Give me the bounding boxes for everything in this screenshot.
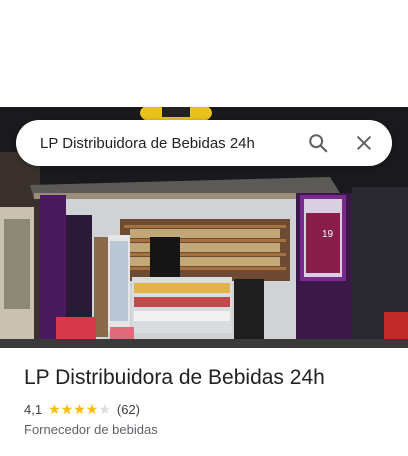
- search-bar[interactable]: LP Distribuidora de Bebidas 24h: [16, 120, 392, 166]
- place-title: LP Distribuidora de Bebidas 24h: [24, 366, 325, 389]
- svg-text:19: 19: [322, 229, 334, 240]
- place-category: Fornecedor de bebidas: [24, 422, 158, 437]
- close-icon: [357, 136, 371, 150]
- star-icon: ★: [85, 401, 99, 417]
- rating-value: 4,1: [24, 401, 43, 417]
- star-icon: ★: [60, 401, 74, 417]
- star-icon: ★: [73, 401, 86, 417]
- star-icon: ★: [48, 401, 61, 417]
- search-input[interactable]: LP Distribuidora de Bebidas 24h: [16, 135, 298, 152]
- search-icon: [309, 134, 328, 153]
- rating-stars: ★ ★ ★ ★ ★: [48, 402, 111, 416]
- rating-row[interactable]: 4,1 ★ ★ ★ ★ ★ (62): [24, 400, 140, 418]
- review-count[interactable]: (62): [117, 402, 140, 417]
- search-button[interactable]: [298, 123, 338, 163]
- close-button[interactable]: [344, 123, 384, 163]
- star-icon: ★: [98, 401, 111, 417]
